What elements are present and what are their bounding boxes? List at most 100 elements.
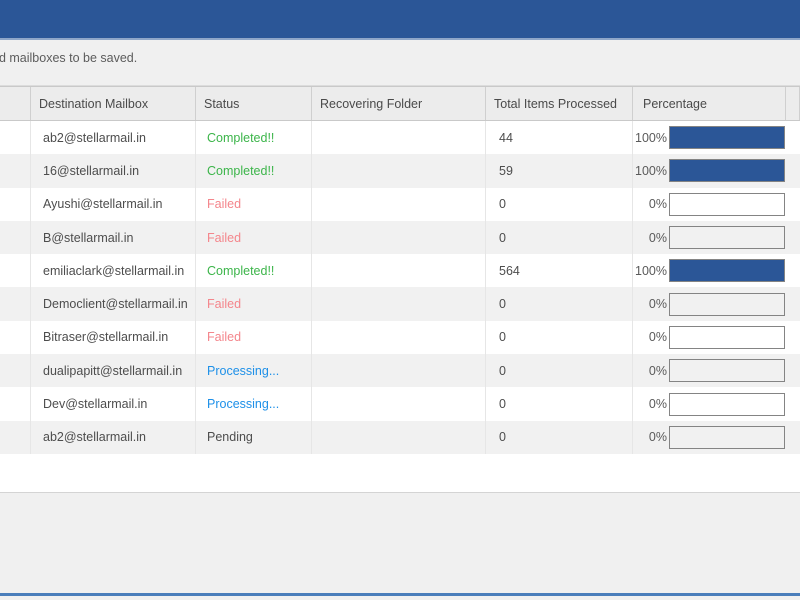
instruction-strip: ed mailboxes to be saved. xyxy=(0,40,800,86)
cell-percentage: 100% xyxy=(633,154,786,187)
cell-total-items-processed: 44 xyxy=(486,121,633,155)
row-select-cell[interactable] xyxy=(0,254,31,288)
cell-percentage: 100% xyxy=(633,254,786,287)
percentage-wrapper: 0% xyxy=(633,387,786,420)
percentage-wrapper: 0% xyxy=(633,321,786,354)
progress-bar xyxy=(669,126,785,150)
row-select-cell[interactable] xyxy=(0,354,31,388)
cell-overflow xyxy=(786,154,800,187)
cell-destination-mailbox: Ayushi@stellarmail.in xyxy=(31,187,196,221)
footer-bottom-strip xyxy=(0,596,800,600)
percentage-label: 0% xyxy=(648,197,667,212)
cell-overflow xyxy=(786,287,800,320)
percentage-wrapper: 100% xyxy=(633,121,786,154)
progress-bar xyxy=(669,226,785,250)
row-select-cell[interactable] xyxy=(0,121,31,155)
column-header-percentage[interactable]: Percentage xyxy=(633,87,786,120)
progress-bar xyxy=(669,359,785,383)
row-select-cell[interactable] xyxy=(0,420,31,454)
percentage-label: 0% xyxy=(648,330,667,345)
percentage-wrapper: 100% xyxy=(633,154,786,187)
instruction-text: ed mailboxes to be saved. xyxy=(0,51,138,65)
cell-overflow xyxy=(786,421,800,454)
cell-status: Completed!! xyxy=(196,254,312,288)
cell-total-items-processed: 0 xyxy=(486,187,633,221)
application-window: ed mailboxes to be saved. Destination Ma… xyxy=(0,0,800,600)
cell-percentage: 0% xyxy=(633,354,786,387)
percentage-label: 0% xyxy=(648,297,667,312)
row-select-cell[interactable] xyxy=(0,187,31,221)
cell-recovering-folder xyxy=(312,320,486,355)
mailbox-progress-grid: Destination Mailbox Status Recovering Fo… xyxy=(0,86,800,462)
row-select-cell[interactable] xyxy=(0,154,31,188)
percentage-wrapper: 0% xyxy=(633,421,786,454)
cell-status: Processing... xyxy=(196,387,312,421)
percentage-wrapper: 0% xyxy=(633,287,786,320)
progress-bar-fill xyxy=(670,260,784,282)
table-row[interactable]: dualipapitt@stellarmail.in Processing... 0… xyxy=(0,354,800,388)
table-row[interactable]: ab2@stellarmail.in Completed!! 44 100% xyxy=(0,121,800,155)
table-row[interactable]: emiliaclark@stellarmail.in Completed!! 564… xyxy=(0,254,800,288)
cell-recovering-folder xyxy=(312,121,486,155)
cell-recovering-folder xyxy=(312,220,486,255)
cell-overflow xyxy=(786,221,800,254)
cell-recovering-folder xyxy=(312,420,486,454)
grid-header-row: Destination Mailbox Status Recovering Fo… xyxy=(0,86,800,121)
grid-body: ab2@stellarmail.in Completed!! 44 100% 16@st… xyxy=(0,121,800,454)
cell-status: Failed xyxy=(196,320,312,355)
cell-percentage: 0% xyxy=(633,221,786,254)
table-row[interactable]: Dev@stellarmail.in Processing... 0 0% xyxy=(0,387,800,421)
column-header-select[interactable] xyxy=(0,87,31,120)
progress-bar xyxy=(669,159,785,183)
cell-overflow xyxy=(786,387,800,420)
column-header-status[interactable]: Status xyxy=(196,87,312,120)
cell-status: Failed xyxy=(196,220,312,255)
cell-destination-mailbox: ab2@stellarmail.in xyxy=(31,420,196,454)
cell-total-items-processed: 564 xyxy=(486,254,633,288)
percentage-wrapper: 0% xyxy=(633,188,786,221)
progress-bar xyxy=(669,192,785,216)
cell-percentage: 0% xyxy=(633,387,786,420)
progress-bar xyxy=(669,425,785,449)
cell-percentage: 0% xyxy=(633,188,786,221)
percentage-wrapper: 100% xyxy=(633,254,786,287)
window-titlebar xyxy=(0,0,800,38)
cell-destination-mailbox: emiliaclark@stellarmail.in xyxy=(31,254,196,288)
percentage-label: 0% xyxy=(648,397,667,412)
grid-empty-area xyxy=(0,462,800,493)
table-row[interactable]: 16@stellarmail.in Completed!! 59 100% xyxy=(0,154,800,188)
row-select-cell[interactable] xyxy=(0,320,31,355)
column-header-destination-mailbox[interactable]: Destination Mailbox xyxy=(31,87,196,120)
column-header-recovering-folder[interactable]: Recovering Folder xyxy=(312,87,486,120)
progress-bar-fill xyxy=(670,127,784,149)
progress-bar-fill xyxy=(670,160,784,182)
table-row[interactable]: Democlient@stellarmail.in Failed 0 0% xyxy=(0,287,800,321)
cell-percentage: 0% xyxy=(633,287,786,320)
cell-destination-mailbox: 16@stellarmail.in xyxy=(31,154,196,188)
cell-recovering-folder xyxy=(312,387,486,421)
percentage-label: 0% xyxy=(648,430,667,445)
cell-percentage: 0% xyxy=(633,421,786,454)
cell-destination-mailbox: Dev@stellarmail.in xyxy=(31,387,196,421)
cell-status: Failed xyxy=(196,187,312,221)
row-select-cell[interactable] xyxy=(0,287,31,321)
row-select-cell[interactable] xyxy=(0,220,31,255)
cell-overflow xyxy=(786,354,800,387)
table-row[interactable]: B@stellarmail.in Failed 0 0% xyxy=(0,220,800,255)
cell-status: Failed xyxy=(196,287,312,321)
column-header-overflow xyxy=(786,87,800,120)
cell-recovering-folder xyxy=(312,154,486,188)
cell-destination-mailbox: Democlient@stellarmail.in xyxy=(31,287,196,321)
progress-bar xyxy=(669,292,785,316)
table-row[interactable]: Ayushi@stellarmail.in Failed 0 0% xyxy=(0,187,800,221)
row-select-cell[interactable] xyxy=(0,387,31,421)
cell-destination-mailbox: ab2@stellarmail.in xyxy=(31,121,196,155)
table-row[interactable]: Bitraser@stellarmail.in Failed 0 0% xyxy=(0,320,800,355)
percentage-label: 100% xyxy=(635,263,667,278)
cell-overflow xyxy=(786,254,800,287)
column-header-total-items-processed[interactable]: Total Items Processed xyxy=(486,87,633,120)
cell-status: Pending xyxy=(196,420,312,454)
cell-recovering-folder xyxy=(312,187,486,221)
cell-status: Completed!! xyxy=(196,154,312,188)
table-row[interactable]: ab2@stellarmail.in Pending 0 0% xyxy=(0,420,800,454)
